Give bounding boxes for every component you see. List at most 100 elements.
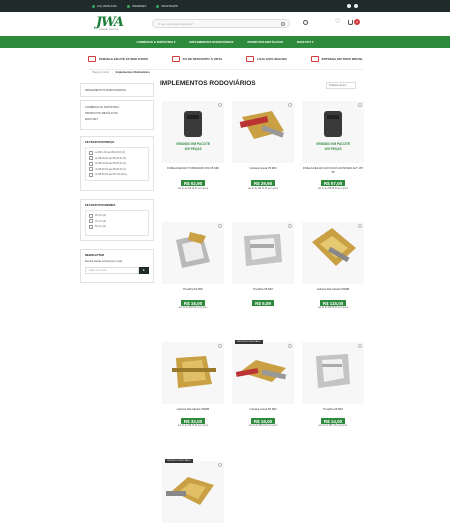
size-option[interactable]: 50 mm (2) — [89, 224, 145, 230]
whatsapp-text: WHATSAPP — [161, 4, 179, 8]
phone-text: (11) 2945-0111 — [97, 4, 117, 8]
favorite-icon[interactable] — [358, 103, 362, 107]
buckle-image: VENDIDO EM PACOTE 100 PEÇAS — [316, 111, 350, 151]
ratchet-image — [172, 356, 216, 388]
product-card[interactable]: catraca Fiat tubular 35MM R$ 32,00 até 2… — [162, 342, 224, 452]
product-image[interactable] — [162, 342, 224, 404]
size-filter: FILTRAR POR MEDIDA 25 mm (4) 35 mm (5) 5… — [80, 199, 154, 241]
favorite-icon[interactable] — [288, 103, 292, 107]
favorite-icon[interactable] — [218, 103, 222, 107]
benefit-label: 5% DE DESCONTO À VISTA — [182, 57, 223, 61]
search-icon[interactable] — [281, 22, 285, 26]
product-card[interactable]: catraca Fiat tubular 50MM R$ 115,00 até … — [302, 222, 364, 332]
product-name[interactable]: Presilha 50 MM — [162, 287, 224, 292]
heart-icon[interactable]: ♡ — [335, 19, 340, 25]
product-card[interactable]: Presilha 35 MM R$ 5,09 — [232, 222, 294, 332]
product-image[interactable] — [232, 342, 294, 404]
size-filter-title: FILTRAR POR MEDIDA — [85, 203, 116, 207]
installment-text: até 2x de R$ 7,00 sem juros — [318, 425, 348, 427]
price-option[interactable]: de R$ 80,00 até R$ 120,00 (1) — [89, 172, 145, 178]
product-image[interactable] — [162, 222, 224, 284]
breadcrumb: Página Inicial › Implementos Rodoviários — [92, 70, 150, 74]
installment-text: até 2x de R$ 16,00 sem juros — [177, 425, 208, 427]
price-badge: R$ 16,00 — [180, 300, 206, 306]
svg-text:100 PEÇAS: 100 PEÇAS — [324, 147, 341, 151]
product-name[interactable]: catraca Fiat tubular 50MM — [302, 287, 364, 292]
site-header: JWA PRESSÃO DE MOLA O que você está busc… — [0, 12, 450, 36]
product-name[interactable]: FIVELA FECHO AÇO INOX AJUSTADA ALT 187 3… — [302, 166, 364, 174]
newsletter-box: NEWSLETTER Receba ofertas incríveis por … — [80, 249, 154, 283]
product-image[interactable] — [302, 342, 364, 404]
phone-icon — [92, 4, 95, 8]
favorite-icon[interactable] — [218, 224, 222, 228]
size-filter-options: 25 mm (4) 35 mm (5) 50 mm (2) — [85, 210, 149, 236]
product-name[interactable]: Presilha 25 MM — [302, 407, 364, 412]
favorite-icon[interactable] — [358, 344, 362, 348]
page-title: IMPLEMENTOS RODOVIÁRIOS — [160, 80, 256, 87]
search-input[interactable]: O que você está buscando? — [152, 19, 290, 28]
sold-out-badge: PRODUTO ESGOTADO — [235, 340, 263, 344]
product-card[interactable]: VENDIDO EM PACOTE 100 PEÇAS FIVELA FECHO… — [302, 101, 364, 211]
brand-info[interactable]: JWARDEX — [126, 4, 146, 8]
product-price: R$ 57,00 — [302, 180, 364, 186]
newsletter-email-input[interactable]: Digite seu email — [85, 267, 139, 274]
breadcrumb-home[interactable]: Página Inicial — [92, 70, 109, 74]
current-category-label[interactable]: IMPLEMENTOS RODOVIÁRIOS — [85, 87, 149, 93]
product-image[interactable]: VENDIDO EM PACOTE 100 PEÇAS — [162, 101, 224, 163]
product-card[interactable]: Catraca Anual 35 MM R$ 29,90 até 2x de R… — [232, 101, 294, 211]
newsletter-submit-button[interactable]: ► — [139, 267, 149, 274]
price-filter: FILTRAR POR PREÇO de R$ 1,00 até R$ 20,0… — [80, 136, 154, 191]
price-badge: R$ 62,90 — [180, 180, 206, 186]
cart-icon[interactable] — [348, 20, 353, 25]
favorite-icon[interactable] — [358, 224, 362, 228]
product-card[interactable]: PRODUTO ESGOTADO — [162, 459, 224, 523]
whatsapp-info[interactable]: WHATSAPP — [156, 4, 178, 8]
product-name[interactable]: FIVELA FECHO TORRADOR 150 25 MM — [162, 166, 224, 171]
installment-text: até 2x de R$ 28,50 sem juros — [317, 188, 348, 190]
main-nav: COMÉRCIO & INDÚSTRIA ▾ IMPLEMENTOS RODOV… — [0, 36, 450, 48]
product-image[interactable] — [302, 222, 364, 284]
instagram-icon[interactable] — [354, 4, 358, 8]
clip-image — [176, 232, 210, 268]
product-image[interactable]: VENDIDO EM PACOTE 100 PEÇAS — [302, 101, 364, 163]
benefit-discount: 5% DE DESCONTO À VISTA — [171, 56, 223, 62]
nav-item-metalicos[interactable]: PRODUTOS METÁLICOS — [248, 40, 283, 44]
breadcrumb-current: Implementos Rodoviários — [115, 70, 150, 74]
favorite-icon[interactable] — [288, 224, 292, 228]
product-card[interactable]: Presilha 50 MM R$ 16,00 até 2x de R$ 8,0… — [162, 222, 224, 332]
sort-select[interactable]: Ordenar itens ▾ — [326, 82, 356, 89]
clip-image — [316, 354, 350, 388]
product-card[interactable]: VENDIDO EM PACOTE 100 PEÇAS FIVELA FECHO… — [162, 101, 224, 211]
product-name[interactable]: Catraca Anual 50 MM — [232, 407, 294, 412]
newsletter-form: Digite seu email ► — [85, 267, 149, 274]
top-bar: (11) 2945-0111 JWARDEX WHATSAPP — [0, 0, 450, 12]
product-image[interactable] — [232, 222, 294, 284]
price-filter-title: FILTRAR POR PREÇO — [85, 140, 115, 144]
product-card[interactable]: Presilha 25 MM R$ 14,00 até 2x de R$ 7,0… — [302, 342, 364, 452]
favorite-icon[interactable] — [288, 344, 292, 348]
social-links — [347, 4, 358, 8]
nav-item-implementos[interactable]: IMPLEMENTOS RODOVIÁRIOS — [189, 40, 233, 44]
product-image[interactable] — [162, 461, 224, 523]
price-badge: R$ 57,00 — [320, 180, 346, 186]
site-logo[interactable]: JWA PRESSÃO DE MOLA — [96, 16, 130, 32]
favorite-icon[interactable] — [218, 344, 222, 348]
product-price: R$ 16,00 — [162, 300, 224, 306]
product-image[interactable] — [232, 101, 294, 163]
installment-text: até 2x de R$ 8,00 sem juros — [178, 307, 208, 309]
nav-item-comercio[interactable]: COMÉRCIO & INDÚSTRIA ▾ — [137, 40, 176, 44]
facebook-icon[interactable] — [347, 4, 351, 8]
product-name[interactable]: catraca Fiat tubular 35MM — [162, 407, 224, 412]
nav-item-pet[interactable]: MAIS PET ▾ — [297, 40, 314, 44]
user-icon[interactable] — [303, 20, 308, 25]
sidebar-item-pet[interactable]: MAIS PET — [85, 116, 149, 122]
installment-text: até 3x de R$ 20,97 sem juros — [177, 188, 208, 190]
store-icon — [126, 4, 130, 8]
phone-info[interactable]: (11) 2945-0111 — [92, 4, 117, 8]
product-name[interactable]: Catraca Anual 35 MM — [232, 166, 294, 171]
product-name[interactable]: Presilha 35 MM — [232, 287, 294, 292]
svg-text:VENDIDO EM PACOTE: VENDIDO EM PACOTE — [176, 142, 210, 146]
favorite-icon[interactable] — [218, 463, 222, 467]
lock-icon — [245, 56, 254, 62]
product-card[interactable]: PRODUTO ESGOTADO Catraca Anual 50 MM R$ … — [232, 340, 294, 452]
